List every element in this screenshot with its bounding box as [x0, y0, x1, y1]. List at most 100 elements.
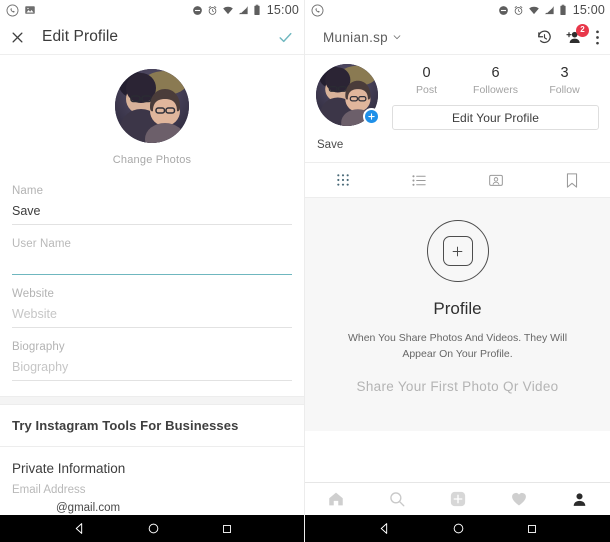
screenshot-image-icon [25, 6, 35, 14]
home-circle-icon[interactable] [147, 522, 160, 535]
field-username: User Name [0, 238, 304, 275]
field-username-input[interactable] [12, 250, 292, 275]
nav-home[interactable] [305, 490, 366, 508]
profile-appbar: Munian.sp 2 [305, 20, 610, 55]
tab-grid[interactable] [305, 163, 381, 197]
field-website-input[interactable]: Website [12, 300, 292, 328]
overflow-menu-icon[interactable] [595, 29, 600, 46]
status-bar-right-icons: 15:00 [192, 3, 299, 17]
wifi-icon [222, 6, 233, 14]
whatsapp-icon [6, 4, 19, 16]
home-circle-icon[interactable] [452, 522, 465, 535]
status-bar-right: 15:00 [305, 0, 610, 20]
alarm-icon [208, 5, 217, 15]
recents-square-icon[interactable] [526, 523, 538, 535]
profile-header-icons: 2 [536, 24, 600, 46]
android-nav-group-left [0, 515, 304, 542]
stat-post[interactable]: 0 Post [392, 64, 461, 96]
alarm-icon [514, 5, 523, 15]
status-bar-right-right-icons: 15:00 [498, 3, 605, 17]
profile-stats: 0 Post 6 Followers 3 Follow [392, 64, 599, 96]
avatar-block: Change Photos [0, 55, 304, 172]
close-icon[interactable] [10, 30, 25, 45]
field-name-label: Name [12, 185, 44, 197]
avatar[interactable] [115, 69, 189, 143]
status-bar-right-left-icons [311, 4, 324, 17]
field-name: Name Save [0, 185, 304, 225]
status-bar-left-icons [6, 4, 36, 17]
bookmark-icon [566, 172, 577, 188]
add-person-icon[interactable]: 2 [565, 24, 589, 45]
profile-person-icon [573, 492, 586, 506]
notification-badge: 2 [576, 24, 589, 37]
back-triangle-icon[interactable] [378, 522, 391, 535]
chevron-down-icon[interactable] [392, 32, 402, 42]
stat-follow-count: 3 [560, 65, 569, 81]
nav-profile[interactable] [549, 491, 610, 508]
tab-tagged[interactable] [458, 163, 534, 197]
nav-search[interactable] [366, 490, 427, 508]
profile-display-name: Save [317, 139, 344, 151]
grid-icon [337, 174, 349, 186]
plus-square [442, 236, 473, 266]
empty-state-description: When You Share Photos And Videos. They W… [347, 332, 568, 360]
checkmark-icon[interactable] [277, 29, 294, 46]
page-title: Edit Profile [42, 28, 119, 45]
private-information-title: Private Information [12, 461, 126, 476]
profile-avatar-wrap [316, 64, 380, 126]
stat-follow[interactable]: 3 Follow [530, 64, 599, 96]
field-website: Website Website [0, 288, 304, 328]
nav-add-post[interactable] [427, 490, 488, 508]
empty-profile-state: Profile When You Share Photos And Videos… [305, 198, 610, 431]
profile-header-section: 0 Post 6 Followers 3 Follow Edit Your Pr… [305, 55, 610, 130]
field-biography-label: Biography [12, 341, 65, 353]
nav-activity[interactable] [488, 490, 549, 508]
dual-screenshot-root: 15:00 Edit Profile Change Photos Name Sa… [0, 0, 610, 542]
android-nav-group-right [305, 515, 610, 542]
back-triangle-icon[interactable] [73, 522, 86, 535]
field-biography-input[interactable]: Biography [12, 353, 292, 381]
stat-followers-count: 6 [491, 65, 500, 81]
signal-icon [238, 5, 248, 14]
wifi-icon [528, 6, 539, 14]
history-clock-icon[interactable] [536, 29, 553, 46]
add-post-icon [450, 491, 465, 507]
stat-followers-label: Followers [473, 84, 518, 96]
list-icon [412, 174, 426, 186]
field-username-label: User Name [12, 238, 72, 250]
profile-stats-and-button: 0 Post 6 Followers 3 Follow Edit Your Pr… [392, 64, 599, 130]
profile-username[interactable]: Munian.sp [323, 30, 388, 45]
profile-tab-bar [305, 162, 610, 198]
section-divider [0, 396, 304, 405]
bottom-navigation-bar [305, 482, 610, 515]
stat-post-count: 0 [422, 65, 431, 81]
email-address-value[interactable]: @gmail.com [0, 496, 304, 514]
tab-list[interactable] [381, 163, 457, 197]
business-tools-row[interactable]: Try Instagram Tools For Businesses [0, 405, 304, 447]
tagged-photos-icon [488, 174, 503, 186]
field-name-input[interactable]: Save [12, 197, 292, 225]
search-icon [389, 492, 404, 507]
stat-followers[interactable]: 6 Followers [461, 64, 530, 96]
tab-saved[interactable] [534, 163, 610, 197]
home-icon [328, 492, 343, 506]
change-photos-label[interactable]: Change Photos [0, 154, 304, 166]
status-bar-left: 15:00 [0, 0, 304, 20]
edit-profile-body: Change Photos Name Save User Name Websit… [0, 55, 304, 542]
heart-activity-icon [511, 492, 526, 506]
battery-icon [560, 4, 566, 15]
do-not-disturb-icon [498, 5, 508, 15]
stat-post-label: Post [415, 84, 437, 96]
whatsapp-icon [311, 4, 324, 16]
status-bar-clock: 15:00 [572, 3, 605, 17]
email-address-label: Email Address [12, 484, 86, 496]
left-panel-edit-profile: 15:00 Edit Profile Change Photos Name Sa… [0, 0, 305, 542]
recents-square-icon[interactable] [221, 523, 233, 535]
field-website-label: Website [12, 288, 55, 300]
plus-square-in-circle-icon[interactable] [426, 220, 489, 282]
edit-your-profile-button[interactable]: Edit Your Profile [392, 105, 599, 130]
share-first-photo-link[interactable]: Share Your First Photo Qr Video [357, 379, 559, 394]
plus-circle-icon[interactable] [363, 108, 380, 125]
battery-icon [254, 4, 260, 15]
field-biography: Biography Biography [0, 341, 304, 381]
